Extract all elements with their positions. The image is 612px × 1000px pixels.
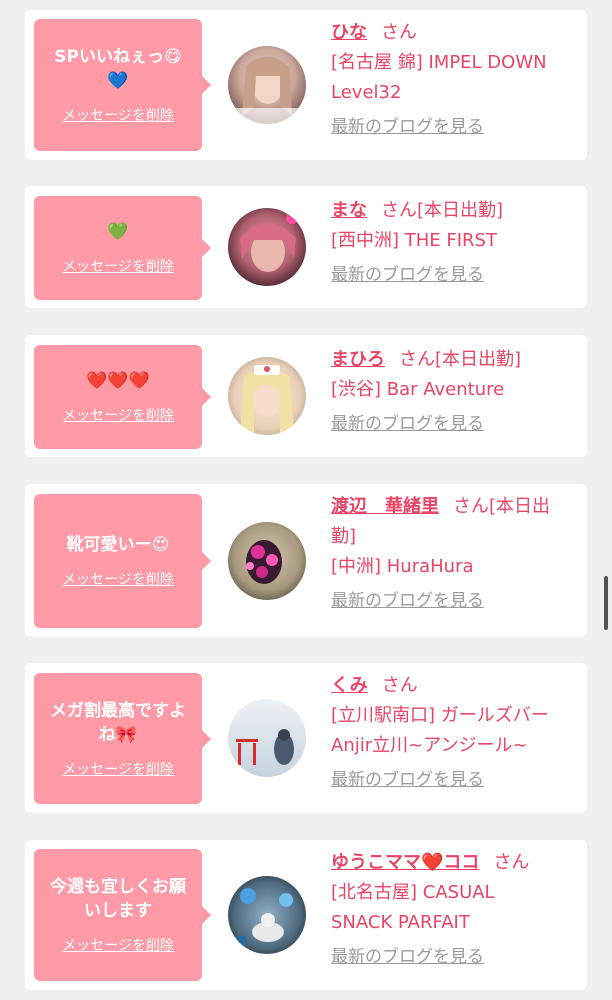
member-name-link[interactable]: 渡辺 華緒里 (331, 496, 439, 517)
message-bubble: 靴可愛いー😍 メッセージを削除 (34, 494, 211, 628)
shop-line: [西中洲] THE FIRST (331, 230, 497, 251)
avatar[interactable] (228, 46, 306, 124)
delete-message-link[interactable]: メッセージを削除 (62, 256, 174, 276)
shop-line: SNACK PARFAIT (331, 912, 470, 933)
avatar[interactable] (228, 357, 306, 435)
member-name-link[interactable]: ゆうこママ❤️ココ (331, 852, 479, 873)
honorific: さん (453, 496, 489, 517)
honorific: さん (381, 675, 418, 696)
member-name-link[interactable]: ひな (331, 22, 367, 43)
shop-line: [名古屋 錦] IMPEL DOWN (331, 52, 547, 73)
shop-line: Level32 (331, 82, 402, 103)
message-text: SPいいねぇっ😋💙 (54, 47, 182, 91)
shop-line: Anjir立川~アンジール~ (331, 735, 528, 756)
member-info: ひな さん [名古屋 錦] IMPEL DOWN Level32 最新のブログを見… (331, 18, 581, 142)
avatar[interactable] (228, 699, 306, 777)
message-card: 💚 メッセージを削除 まな さん[本日出勤] [西中洲] THE FIRST 最新… (25, 186, 587, 308)
shop-line: [北名古屋] CASUAL (331, 882, 495, 903)
member-info: まな さん[本日出勤] [西中洲] THE FIRST 最新のブログを見る (331, 196, 581, 290)
member-name-link[interactable]: まひろ (331, 349, 385, 370)
latest-blog-link[interactable]: 最新のブログを見る (331, 942, 484, 972)
attendance-status: 勤] (331, 526, 357, 547)
latest-blog-link[interactable]: 最新のブログを見る (331, 112, 484, 142)
shop-line: [渋谷] Bar Aventure (331, 379, 505, 400)
shop-line: [立川駅南口] ガールズバー (331, 705, 549, 726)
honorific: さん (493, 852, 530, 873)
member-info: 渡辺 華緒里 さん[本日出 勤] [中洲] HuraHura 最新のブログを見る (331, 492, 581, 616)
message-text: メガ割最高ですよね🎀 (50, 700, 186, 745)
message-card: ❤️❤️❤️ メッセージを削除 まひろ さん[本日出勤] [渋谷] Bar Ave… (25, 335, 587, 457)
shop-line: [中洲] HuraHura (331, 556, 474, 577)
message-bubble: メガ割最高ですよね🎀 メッセージを削除 (34, 673, 211, 804)
scrollbar-thumb[interactable] (604, 576, 608, 630)
message-bubble: 今週も宜しくお願いします メッセージを削除 (34, 849, 211, 981)
attendance-status: [本日出勤] (417, 200, 504, 221)
message-bubble: SPいいねぇっ😋💙 メッセージを削除 (34, 19, 211, 151)
latest-blog-link[interactable]: 最新のブログを見る (331, 260, 484, 290)
latest-blog-link[interactable]: 最新のブログを見る (331, 409, 484, 439)
honorific: さん (381, 22, 417, 43)
member-info: くみ さん [立川駅南口] ガールズバー Anjir立川~アンジール~ 最新のブロ… (331, 671, 581, 795)
message-text: ❤️❤️❤️ (86, 371, 150, 391)
message-text: 💚 (107, 222, 129, 242)
latest-blog-link[interactable]: 最新のブログを見る (331, 765, 484, 795)
page: SPいいねぇっ😋💙 メッセージを削除 ひな さん [名古屋 錦] IMPEL DO… (0, 0, 612, 1000)
message-bubble: ❤️❤️❤️ メッセージを削除 (34, 345, 211, 449)
delete-message-link[interactable]: メッセージを削除 (62, 405, 174, 425)
avatar[interactable] (228, 876, 306, 954)
message-text: 靴可愛いー😍 (66, 535, 170, 555)
delete-message-link[interactable]: メッセージを削除 (62, 569, 174, 589)
message-card: SPいいねぇっ😋💙 メッセージを削除 ひな さん [名古屋 錦] IMPEL DO… (25, 10, 587, 160)
honorific: さん (399, 349, 435, 370)
message-card: 今週も宜しくお願いします メッセージを削除 ゆうこママ❤️ココ さん [北名古屋]… (25, 840, 587, 990)
message-text: 今週も宜しくお願いします (50, 877, 186, 921)
delete-message-link[interactable]: メッセージを削除 (62, 935, 174, 955)
delete-message-link[interactable]: メッセージを削除 (62, 759, 174, 779)
attendance-status: [本日出勤] (435, 349, 522, 370)
member-name-link[interactable]: くみ (331, 675, 368, 696)
latest-blog-link[interactable]: 最新のブログを見る (331, 586, 484, 616)
delete-message-link[interactable]: メッセージを削除 (62, 105, 174, 125)
message-card: 靴可愛いー😍 メッセージを削除 渡辺 華緒里 さん[本日出 勤] [中洲] Hur… (25, 484, 587, 637)
member-info: ゆうこママ❤️ココ さん [北名古屋] CASUAL SNACK PARFAIT … (331, 848, 581, 972)
member-name-link[interactable]: まな (331, 200, 367, 221)
message-card: メガ割最高ですよね🎀 メッセージを削除 くみ さん [立川駅南口] ガールズバー … (25, 663, 587, 813)
message-bubble: 💚 メッセージを削除 (34, 196, 211, 300)
avatar[interactable] (228, 522, 306, 600)
member-info: まひろ さん[本日出勤] [渋谷] Bar Aventure 最新のブログを見る (331, 345, 581, 439)
attendance-status: [本日出 (489, 496, 551, 517)
honorific: さん (381, 200, 417, 221)
avatar[interactable] (228, 208, 306, 286)
